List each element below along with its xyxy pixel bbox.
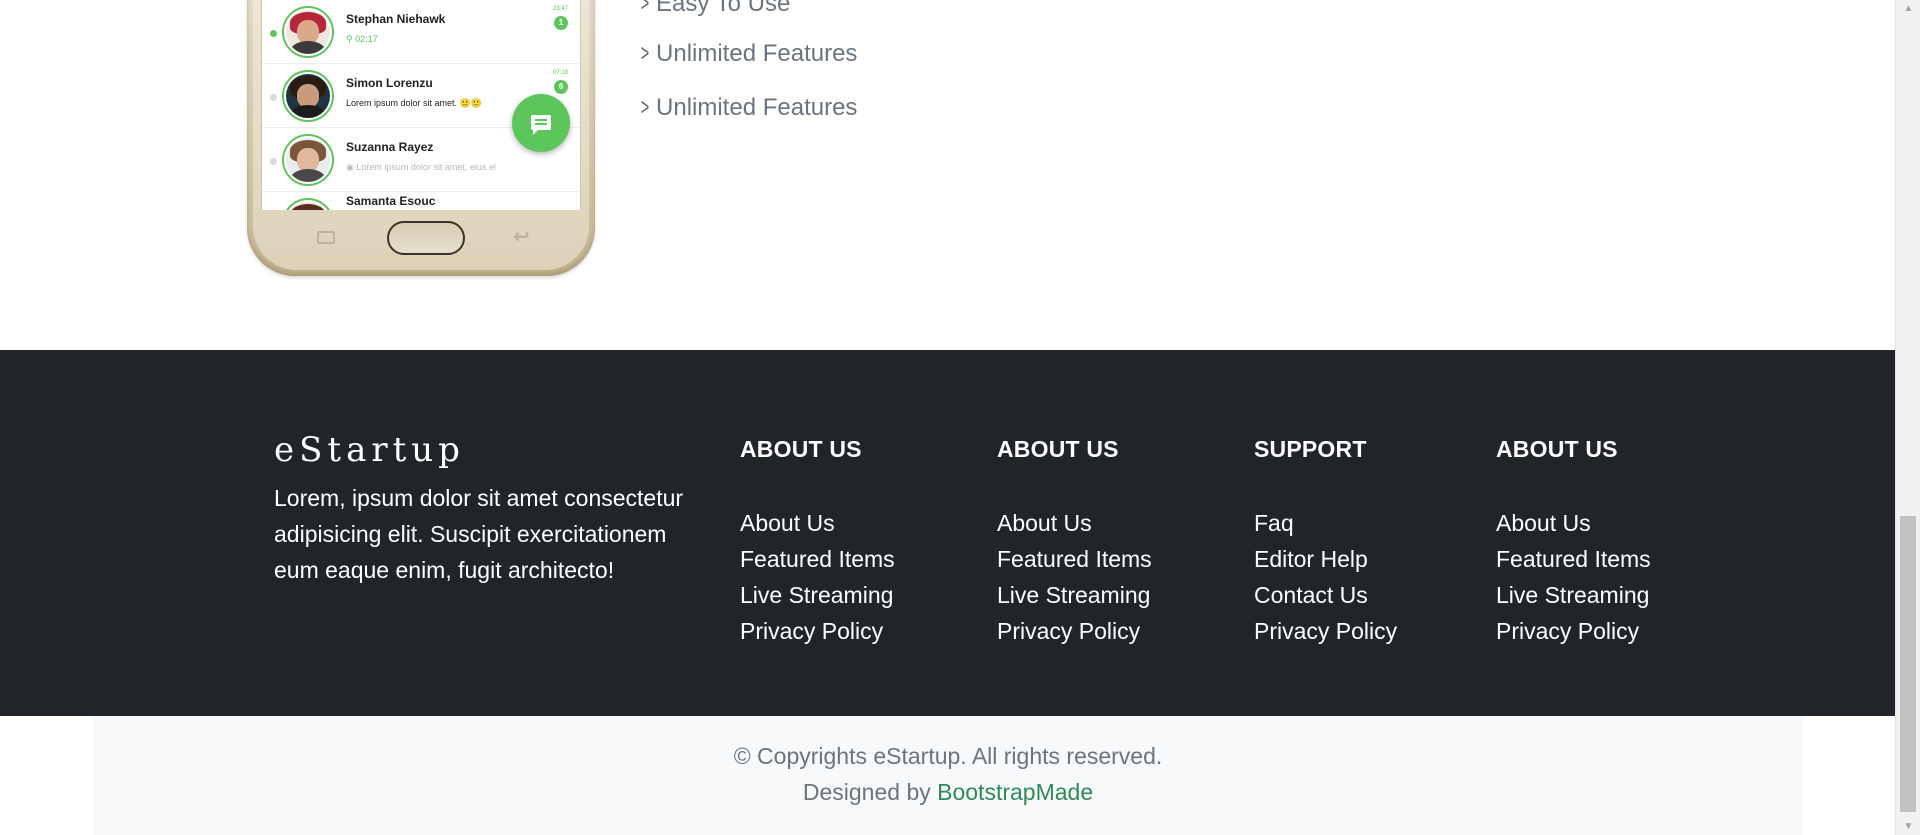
footer-link-privacy-policy[interactable]: Privacy Policy — [1254, 618, 1397, 644]
site-footer: eStartup Lorem, ipsum dolor sit amet con… — [0, 350, 1895, 716]
unread-badge: 6 — [554, 80, 568, 94]
footer-link-list: About Us Featured Items Live Streaming P… — [997, 505, 1152, 649]
copyright-bar: © Copyrights eStartup. All rights reserv… — [93, 716, 1803, 835]
chevron-right-icon: > — [640, 0, 650, 17]
avatar — [282, 198, 334, 210]
chat-contact-name: Suzanna Rayez — [346, 140, 434, 154]
app-download-section: Stephan Niehawk ⚲ 02:17 23:47 1 Simon Lo… — [0, 0, 1895, 350]
phone-frame: Stephan Niehawk ⚲ 02:17 23:47 1 Simon Lo… — [253, 0, 589, 270]
avatar — [282, 134, 334, 186]
footer-link-list: Faq Editor Help Contact Us Privacy Polic… — [1254, 505, 1397, 649]
footer-link-list: About Us Featured Items Live Streaming P… — [740, 505, 895, 649]
footer-brand-logo[interactable]: eStartup — [274, 430, 465, 470]
footer-column-support: SUPPORT Faq Editor Help Contact Us Priva… — [1254, 436, 1397, 649]
copyright-text: © Copyrights eStartup. All rights reserv… — [733, 743, 1163, 769]
unread-badge: 1 — [554, 16, 568, 30]
chat-list-item: Samanta Esouc — [262, 192, 580, 210]
feature-item: > Unlimited Features — [640, 94, 858, 121]
footer-link-live-streaming[interactable]: Live Streaming — [997, 582, 1150, 608]
chat-message-preview: ⚲ 02:17 — [346, 34, 378, 44]
chat-time: 07:18 — [552, 70, 568, 76]
feature-item: > Easy To Use — [638, 0, 791, 18]
footer-link-list: About Us Featured Items Live Streaming P… — [1496, 505, 1651, 649]
footer-link-live-streaming[interactable]: Live Streaming — [1496, 582, 1649, 608]
new-message-fab — [512, 94, 570, 152]
scrollbar-thumb[interactable] — [1900, 516, 1916, 812]
phone-screen: Stephan Niehawk ⚲ 02:17 23:47 1 Simon Lo… — [261, 0, 581, 210]
scroll-down-arrow-icon[interactable]: ▼ — [1896, 818, 1920, 835]
footer-link-editor-help[interactable]: Editor Help — [1254, 546, 1368, 572]
chat-contact-name: Simon Lorenzu — [346, 76, 433, 90]
chevron-right-icon: > — [640, 40, 650, 67]
vertical-scrollbar[interactable]: ▲ ▼ — [1895, 0, 1920, 835]
offline-dot-icon — [270, 158, 277, 165]
emoji-icon: 🙂🙂 — [457, 98, 482, 108]
chat-time: 23:47 — [552, 6, 568, 12]
footer-column-about-3: ABOUT US About Us Featured Items Live St… — [1496, 436, 1651, 649]
chat-message-preview: ◉ Lorem ipsum dolor sit amet, eius el — [346, 162, 496, 172]
credits-text: Designed by BootstrapMade — [93, 779, 1803, 806]
phone-mockup-image: Stephan Niehawk ⚲ 02:17 23:47 1 Simon Lo… — [247, 0, 595, 276]
footer-link-contact-us[interactable]: Contact Us — [1254, 582, 1368, 608]
footer-link-featured-items[interactable]: Featured Items — [1496, 546, 1651, 572]
footer-link-privacy-policy[interactable]: Privacy Policy — [997, 618, 1140, 644]
footer-column-heading: SUPPORT — [1254, 436, 1367, 462]
bootstrapmade-link[interactable]: BootstrapMade — [937, 779, 1093, 805]
footer-column-about-2: ABOUT US About Us Featured Items Live St… — [997, 436, 1152, 649]
home-button-icon — [387, 221, 465, 255]
seen-icon: ◉ — [346, 162, 357, 172]
footer-column-heading: ABOUT US — [740, 436, 862, 462]
scroll-up-arrow-icon[interactable]: ▲ — [1896, 0, 1920, 17]
footer-description: Lorem, ipsum dolor sit amet consectetur … — [274, 485, 684, 583]
footer-column-about-1: ABOUT US About Us Featured Items Live St… — [740, 436, 895, 649]
footer-link-about-us[interactable]: About Us — [740, 510, 835, 536]
feature-item: > Unlimited Features — [640, 40, 858, 67]
recent-apps-icon — [317, 231, 335, 244]
credits-prefix: Designed by — [802, 779, 931, 805]
chat-message-preview: Lorem ipsum dolor sit amet. 🙂🙂 — [346, 98, 482, 108]
footer-link-about-us[interactable]: About Us — [1496, 510, 1591, 536]
footer-link-privacy-policy[interactable]: Privacy Policy — [1496, 618, 1639, 644]
footer-column-heading: ABOUT US — [1496, 436, 1618, 462]
footer-column-heading: ABOUT US — [997, 436, 1119, 462]
back-arrow-icon: ↩ — [513, 226, 530, 248]
footer-link-privacy-policy[interactable]: Privacy Policy — [740, 618, 883, 644]
footer-link-about-us[interactable]: About Us — [997, 510, 1092, 536]
chat-list-item: Stephan Niehawk ⚲ 02:17 23:47 1 — [262, 0, 580, 64]
voice-icon: ⚲ — [346, 34, 356, 44]
footer-link-live-streaming[interactable]: Live Streaming — [740, 582, 893, 608]
chevron-right-icon: > — [640, 94, 650, 121]
footer-link-featured-items[interactable]: Featured Items — [740, 546, 895, 572]
chat-contact-name: Samanta Esouc — [346, 194, 436, 208]
avatar — [282, 70, 334, 122]
message-icon — [531, 115, 551, 135]
footer-link-featured-items[interactable]: Featured Items — [997, 546, 1152, 572]
offline-dot-icon — [270, 94, 277, 101]
chat-contact-name: Stephan Niehawk — [346, 12, 446, 26]
avatar — [282, 6, 334, 58]
online-dot-icon — [270, 30, 277, 37]
footer-link-faq[interactable]: Faq — [1254, 510, 1294, 536]
